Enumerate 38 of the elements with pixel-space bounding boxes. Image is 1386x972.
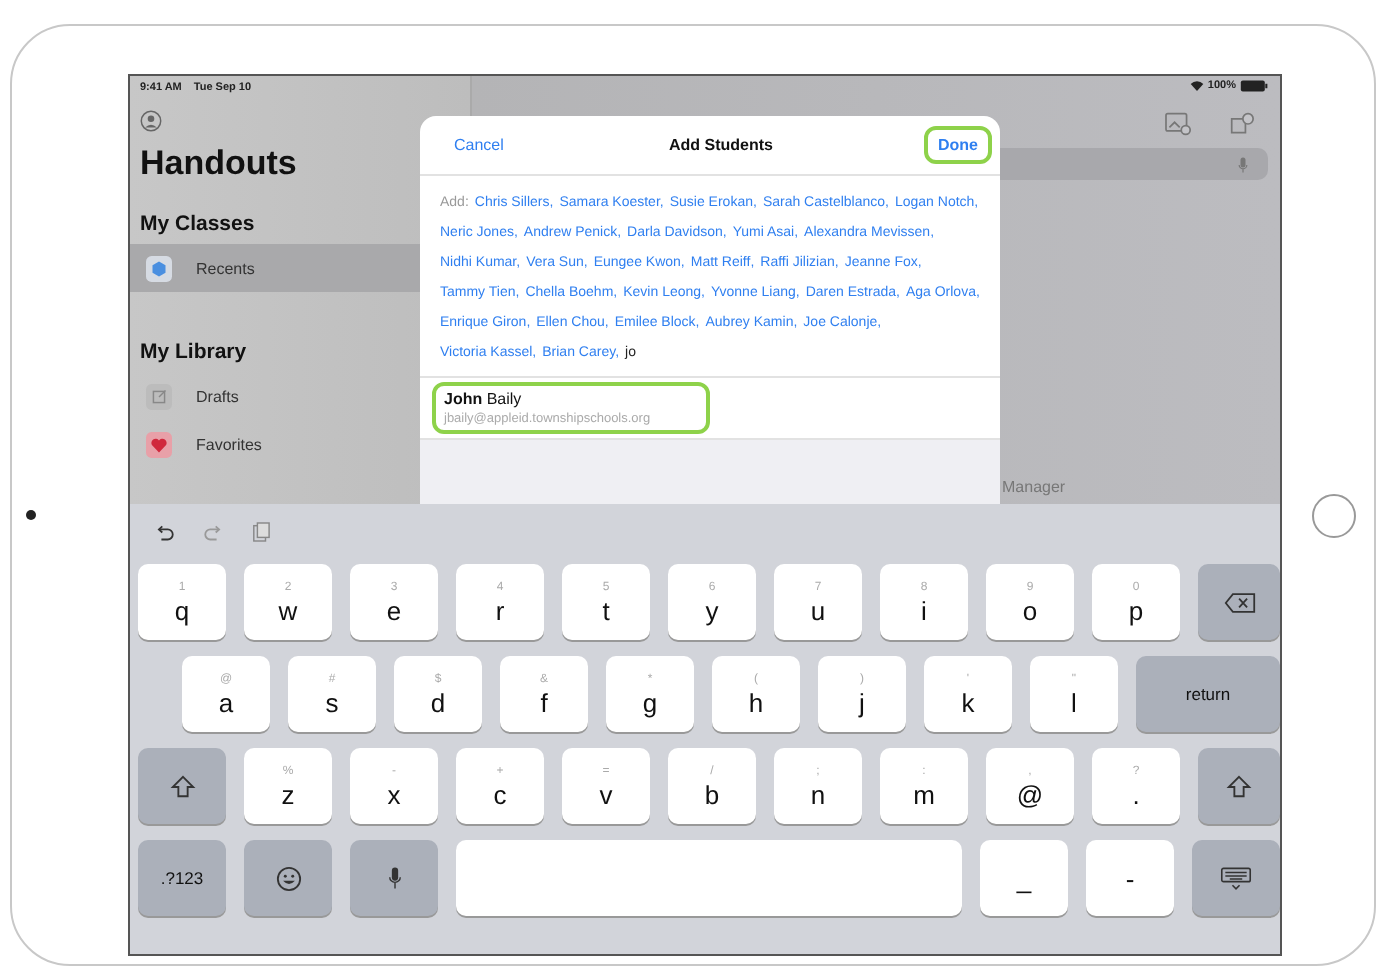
wifi-icon bbox=[1189, 80, 1204, 92]
keyboard-key[interactable] bbox=[1198, 564, 1280, 640]
sidebar-item[interactable]: Drafts bbox=[130, 372, 420, 420]
emoji-icon bbox=[275, 865, 301, 891]
done-button[interactable]: Done bbox=[924, 126, 992, 164]
keyboard-key[interactable] bbox=[1192, 840, 1280, 916]
share-icon[interactable] bbox=[1228, 112, 1256, 136]
keyboard-hide-icon bbox=[1220, 865, 1252, 891]
sheet-title: Add Students bbox=[668, 136, 773, 154]
keyboard-key[interactable] bbox=[244, 840, 332, 916]
delete-icon bbox=[1223, 591, 1255, 613]
keyboard-key[interactable] bbox=[138, 748, 226, 824]
cancel-button[interactable]: Cancel bbox=[440, 126, 518, 164]
keyboard-key[interactable]: return bbox=[1136, 656, 1280, 732]
heart-icon bbox=[146, 431, 172, 457]
keyboard-key[interactable]: - bbox=[1086, 840, 1174, 916]
keyboard-key[interactable]: .?123 bbox=[138, 840, 226, 916]
microphone-icon[interactable] bbox=[1238, 155, 1248, 173]
redo-icon[interactable] bbox=[204, 523, 222, 541]
home-button[interactable] bbox=[1312, 493, 1356, 537]
sidebar-item[interactable]: Recents bbox=[130, 244, 420, 292]
shift-icon bbox=[1226, 773, 1252, 799]
undo-icon[interactable] bbox=[156, 523, 174, 541]
sidebar-item[interactable]: Favorites bbox=[130, 420, 420, 468]
microphone-icon bbox=[387, 866, 401, 890]
list-text: Manager bbox=[1002, 478, 1066, 496]
section-header: My Classes bbox=[138, 210, 257, 240]
drafts-icon bbox=[146, 383, 172, 409]
battery-icon bbox=[1240, 80, 1268, 92]
profile-icon[interactable] bbox=[140, 110, 162, 132]
clipboard-icon[interactable] bbox=[252, 522, 270, 542]
camera-dot bbox=[25, 510, 35, 520]
keyboard-key[interactable]: _ bbox=[980, 840, 1068, 916]
shift-icon bbox=[169, 773, 195, 799]
recents-icon bbox=[146, 255, 172, 281]
image-icon[interactable] bbox=[1164, 112, 1192, 136]
keyboard-key[interactable] bbox=[1198, 748, 1280, 824]
section-header: My Library bbox=[138, 338, 249, 368]
